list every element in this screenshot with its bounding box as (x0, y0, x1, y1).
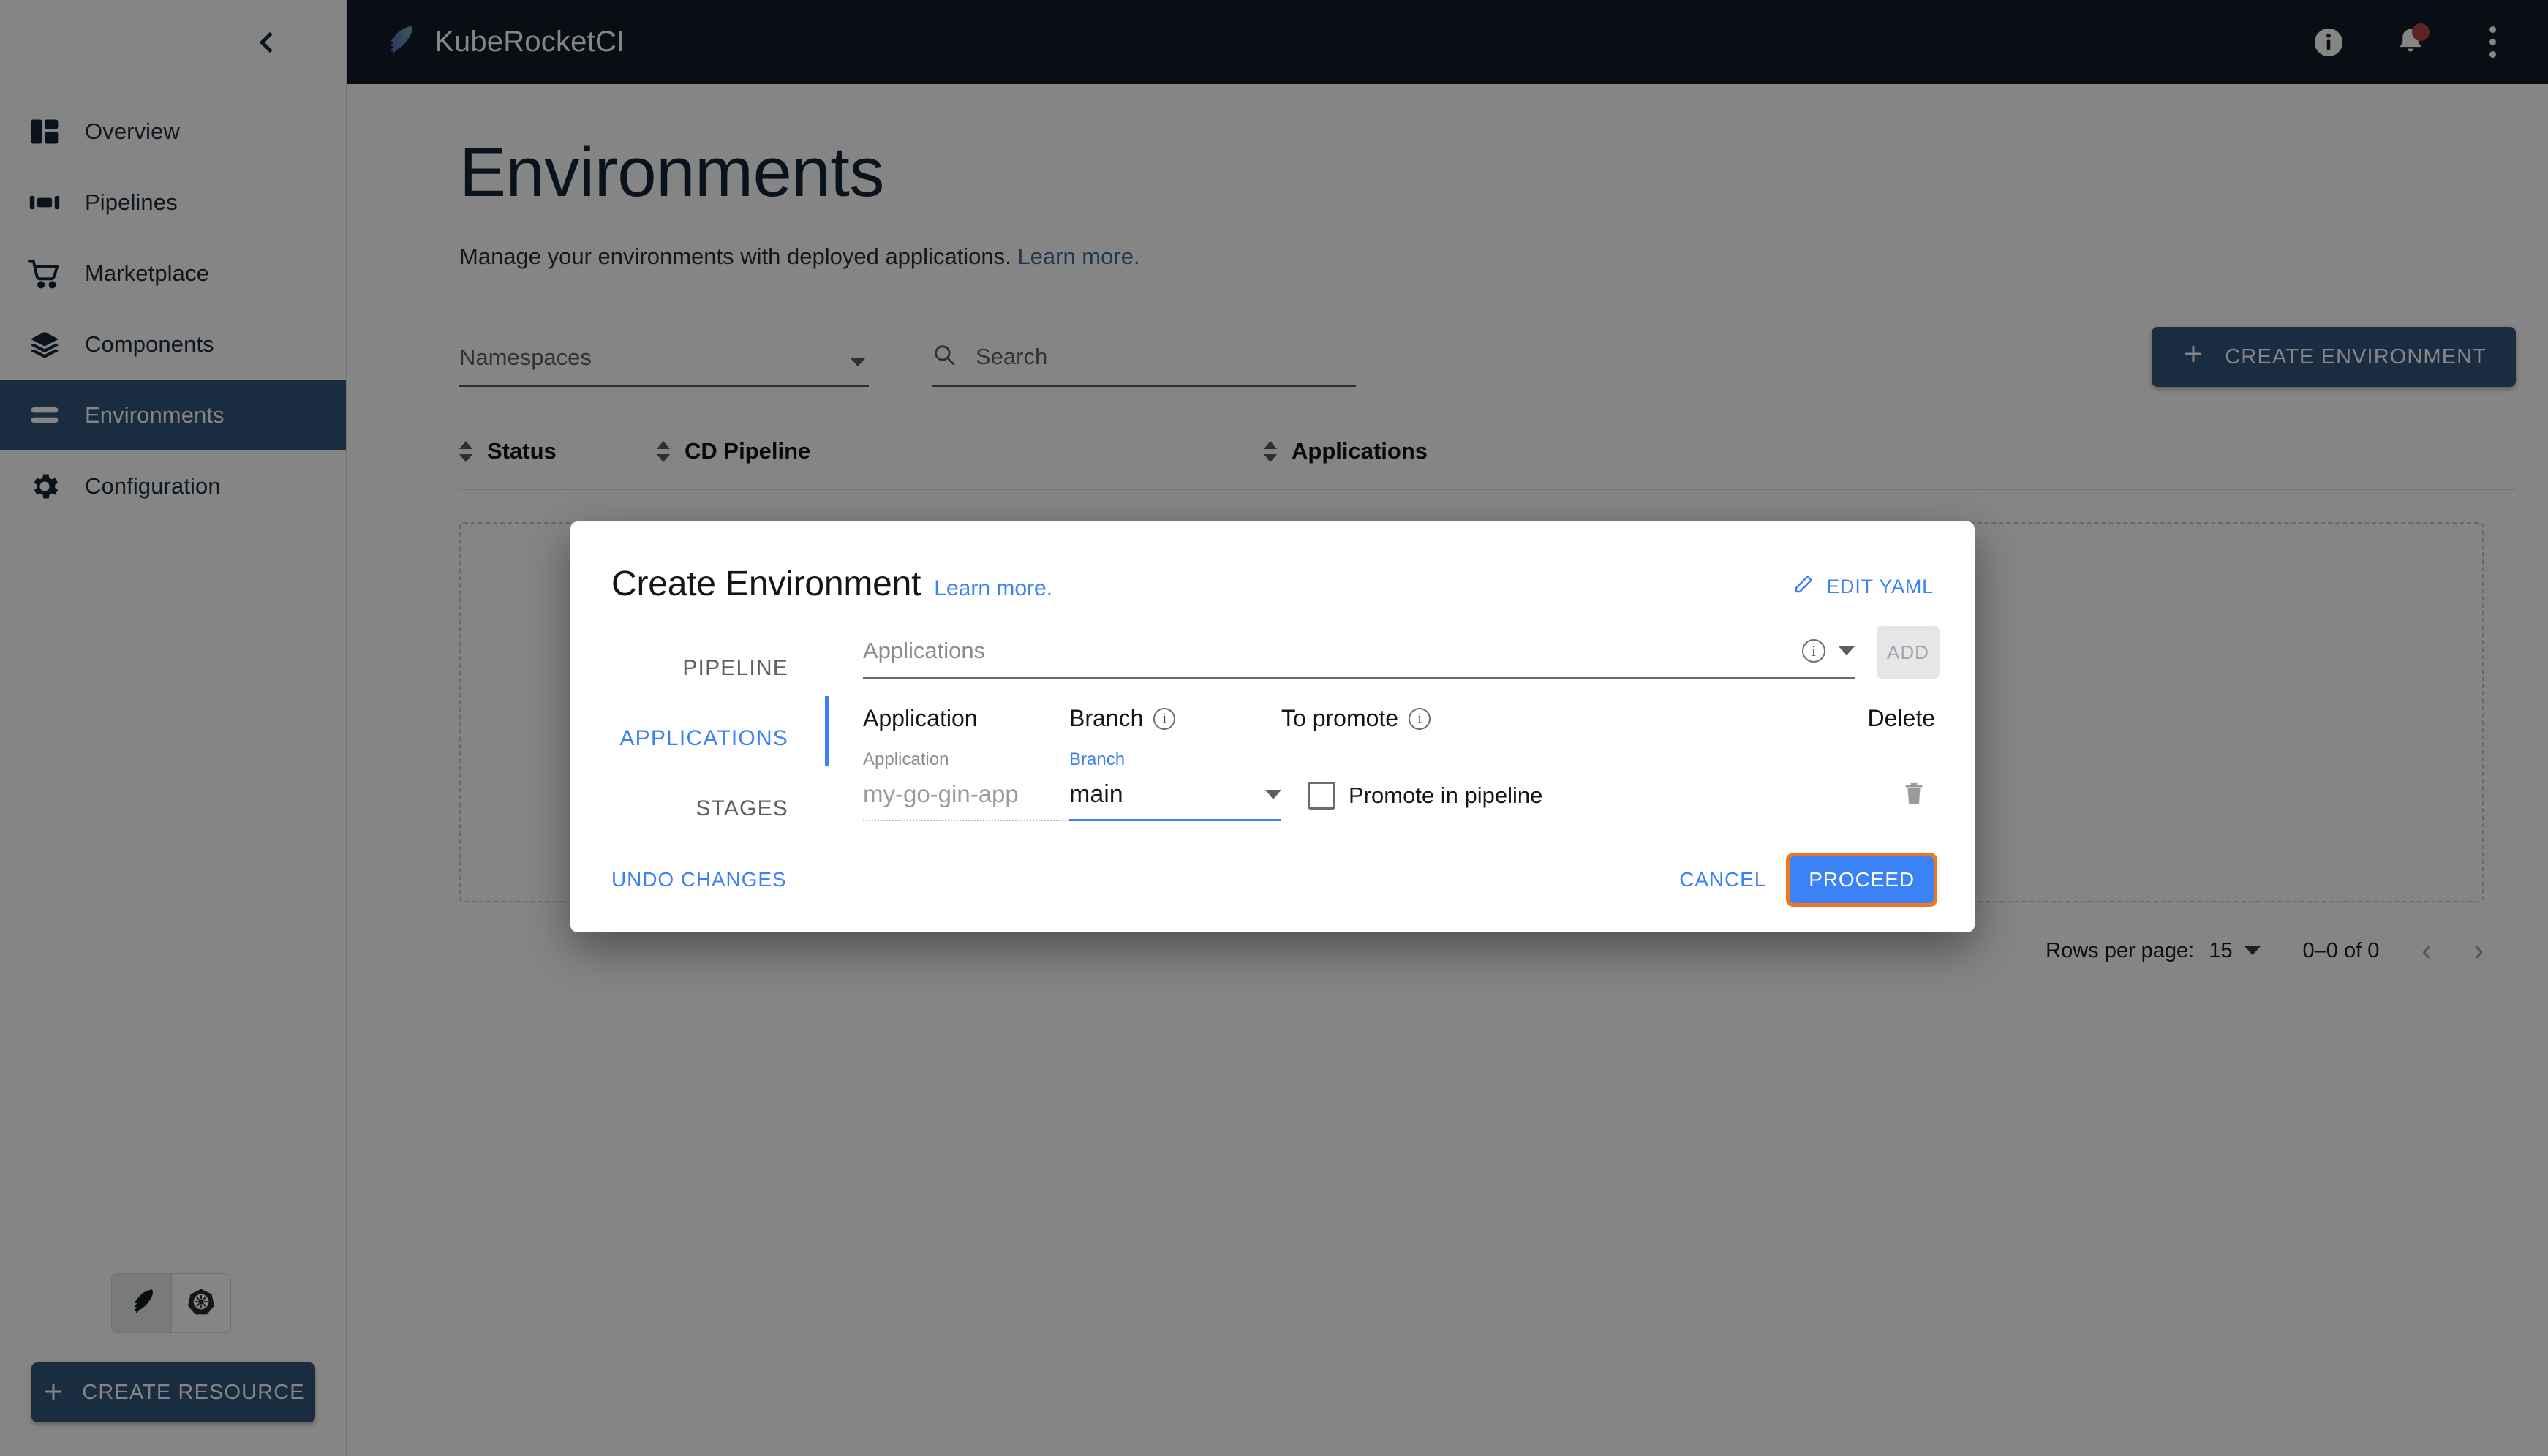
col-branch-label: Branch (1069, 705, 1144, 731)
app-root: Overview Pipelines Marketplace Component… (0, 0, 2548, 1456)
caret-down-icon (1265, 790, 1281, 799)
dialog-footer-actions: CANCEL PROCEED (1679, 853, 1937, 907)
applications-placeholder: Applications (863, 638, 986, 663)
step-label: APPLICATIONS (619, 726, 788, 750)
branch-select[interactable]: main (1069, 780, 1281, 821)
branch-field-label: Branch (1069, 750, 1126, 769)
dialog-learn-more-link[interactable]: Learn more. (934, 576, 1052, 601)
create-environment-dialog: Create Environment Learn more. EDIT YAML… (570, 521, 1975, 932)
dialog-steps: PIPELINE APPLICATIONS STAGES (606, 626, 825, 856)
applications-form: Applications i ADD Application Branch i (829, 626, 1940, 856)
undo-changes-button[interactable]: UNDO CHANGES (611, 868, 787, 891)
info-circle-icon[interactable]: i (1802, 639, 1825, 663)
applications-table-header: Application Branch i To promote i Delete (863, 705, 1940, 732)
col-branch: Branch i (1069, 705, 1281, 732)
applications-adornments: i (1802, 639, 1855, 663)
step-stages[interactable]: STAGES (696, 774, 788, 844)
cancel-button[interactable]: CANCEL (1679, 868, 1766, 891)
caret-down-icon[interactable] (1839, 646, 1855, 655)
edit-yaml-label: EDIT YAML (1826, 576, 1934, 597)
applications-select[interactable]: Applications i (863, 638, 1855, 679)
col-to-promote: To promote i (1281, 705, 1435, 732)
dialog-footer: UNDO CHANGES CANCEL PROCEED (606, 853, 1940, 932)
edit-yaml-button[interactable]: EDIT YAML (1793, 573, 1934, 600)
branch-field-value: main (1069, 780, 1123, 808)
application-field-value: my-go-gin-app (863, 780, 1069, 821)
col-delete: Delete (1867, 705, 1936, 731)
dialog-header: Create Environment Learn more. EDIT YAML (606, 521, 1940, 604)
step-applications[interactable]: APPLICATIONS (619, 704, 788, 774)
application-field-label: Application (863, 750, 949, 769)
col-to-promote-label: To promote (1281, 705, 1399, 731)
promote-in-pipeline-field[interactable]: Promote in pipeline (1308, 782, 1542, 821)
promote-label: Promote in pipeline (1349, 782, 1543, 808)
add-application-button[interactable]: ADD (1877, 626, 1940, 679)
proceed-button[interactable]: PROCEED (1786, 853, 1937, 907)
dialog-title: Create Environment (611, 565, 921, 603)
dialog-body: PIPELINE APPLICATIONS STAGES Application… (606, 626, 1940, 856)
step-label: STAGES (696, 796, 788, 821)
pencil-icon (1793, 573, 1814, 600)
applications-picker-row: Applications i ADD (863, 626, 1940, 679)
col-application: Application (863, 705, 978, 731)
step-active-indicator (825, 626, 829, 856)
application-name-field[interactable]: Application my-go-gin-app (863, 750, 1069, 821)
info-circle-icon[interactable]: i (1409, 707, 1431, 730)
trash-icon (1901, 782, 1926, 810)
info-circle-icon[interactable]: i (1153, 707, 1176, 730)
branch-select-field[interactable]: Branch main (1069, 750, 1281, 821)
application-row: Application my-go-gin-app Branch main Pr… (863, 750, 1940, 821)
step-label: PIPELINE (682, 656, 788, 680)
promote-checkbox[interactable] (1308, 782, 1335, 810)
delete-application-button[interactable] (1901, 780, 1940, 821)
step-pipeline[interactable]: PIPELINE (682, 633, 788, 704)
